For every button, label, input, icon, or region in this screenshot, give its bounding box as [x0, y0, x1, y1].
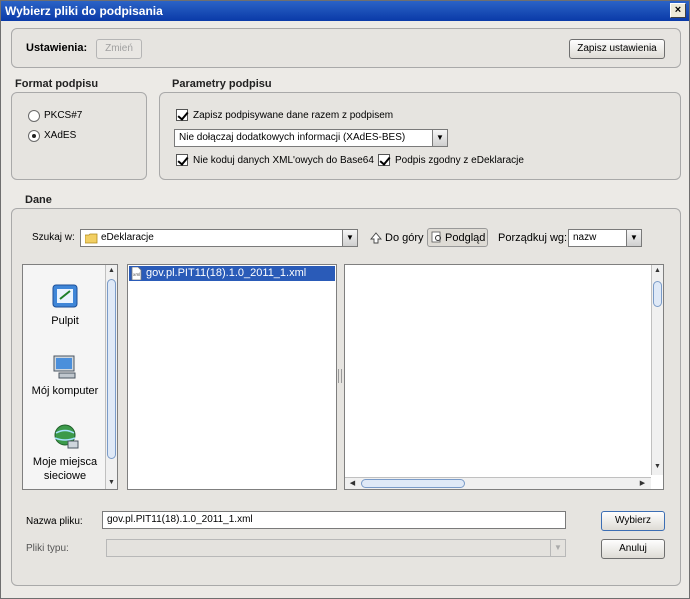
look-in-label: Szukaj w: — [32, 232, 75, 243]
chevron-down-icon: ▼ — [550, 540, 565, 556]
scroll-down-icon[interactable]: ▼ — [106, 477, 117, 488]
data-panel: Szukaj w: eDeklaracje ▼ Do góry Podgląd … — [11, 208, 681, 586]
filetype-label: Pliki typu: — [26, 543, 69, 554]
places-scrollbar[interactable]: ▲ ▼ — [105, 265, 117, 489]
filename-input[interactable]: gov.pl.PIT11(18).1.0_2011_1.xml — [102, 511, 566, 529]
svg-text:xml: xml — [133, 272, 140, 277]
file-chooser-dialog: Wybierz pliki do podpisania × Ustawienia… — [0, 0, 690, 599]
places-sidebar: Pulpit Mój komputer Moje miejsca sieciow… — [22, 264, 118, 490]
save-with-signature-checkbox[interactable] — [176, 109, 188, 121]
edeklaracje-checkbox[interactable] — [378, 154, 390, 166]
filename-label: Nazwa pliku: — [26, 516, 83, 527]
data-title: Dane — [25, 194, 52, 206]
preview-hscroll[interactable]: ◀ ▶ — [345, 477, 651, 489]
params-panel: Zapisz podpisywane dane razem z podpisem… — [159, 92, 681, 180]
file-list: xml gov.pl.PIT11(18).1.0_2011_1.xml — [127, 264, 337, 490]
computer-icon — [53, 355, 76, 379]
no-base64-label: Nie koduj danych XML'owych do Base64 — [193, 155, 374, 166]
preview-area: ▲ ▼ ◀ ▶ — [344, 264, 664, 490]
place-my-computer[interactable]: Mój komputer — [23, 353, 107, 397]
preview-vscroll-thumb[interactable] — [653, 281, 662, 307]
preview-vscroll[interactable]: ▲ ▼ — [651, 265, 663, 475]
radio-pkcs7[interactable] — [28, 110, 40, 122]
radio-xades-label: XAdES — [44, 130, 77, 141]
up-arrow-icon — [370, 232, 382, 244]
splitter[interactable] — [338, 369, 342, 383]
preview-button-label: Podgląd — [445, 232, 486, 244]
close-icon[interactable]: × — [670, 3, 686, 18]
desktop-icon — [52, 284, 78, 308]
save-settings-button[interactable]: Zapisz ustawienia — [569, 39, 665, 59]
folder-icon — [85, 233, 98, 244]
place-desktop-label: Pulpit — [51, 315, 79, 327]
up-button-label: Do góry — [385, 232, 424, 244]
scroll-up-icon[interactable]: ▲ — [106, 265, 117, 276]
look-in-select[interactable]: eDeklaracje ▼ — [80, 229, 358, 247]
params-title: Parametry podpisu — [172, 78, 272, 90]
format-panel: PKCS#7 XAdES — [11, 92, 147, 180]
file-list-item[interactable]: xml gov.pl.PIT11(18).1.0_2011_1.xml — [129, 266, 335, 281]
scroll-down-icon[interactable]: ▼ — [652, 461, 663, 472]
file-list-item-label: gov.pl.PIT11(18).1.0_2011_1.xml — [146, 267, 307, 279]
edeklaracje-label: Podpis zgodny z eDeklaracje — [395, 155, 524, 166]
scroll-left-icon[interactable]: ◀ — [347, 478, 358, 489]
sort-value: nazw — [573, 232, 597, 243]
no-base64-checkbox[interactable] — [176, 154, 188, 166]
format-title: Format podpisu — [15, 78, 99, 90]
choose-button[interactable]: Wybierz — [601, 511, 665, 531]
cancel-button[interactable]: Anuluj — [601, 539, 665, 559]
save-with-signature-label: Zapisz podpisywane dane razem z podpisem — [193, 110, 394, 121]
settings-label: Ustawienia: — [26, 42, 88, 54]
filetype-select[interactable]: ▼ — [106, 539, 566, 557]
sort-label: Porządkuj wg: — [498, 232, 568, 244]
preview-hscroll-thumb[interactable] — [361, 479, 465, 488]
preview-icon — [431, 231, 441, 243]
change-button[interactable]: Zmień — [96, 39, 142, 59]
chevron-down-icon: ▼ — [432, 130, 447, 146]
window-title: Wybierz pliki do podpisania — [5, 4, 163, 18]
place-desktop[interactable]: Pulpit — [23, 283, 107, 327]
settings-panel: Ustawienia: Zmień Zapisz ustawienia — [11, 28, 681, 68]
radio-xades[interactable] — [28, 130, 40, 142]
info-select-value: Nie dołączaj dodatkowych informacji (XAd… — [179, 132, 406, 143]
filename-value: gov.pl.PIT11(18).1.0_2011_1.xml — [107, 514, 253, 525]
title-bar: Wybierz pliki do podpisania × — [1, 1, 689, 21]
chevron-down-icon: ▼ — [342, 230, 357, 246]
place-my-computer-label: Mój komputer — [31, 385, 99, 397]
places-scroll-thumb[interactable] — [107, 279, 116, 459]
look-in-value: eDeklaracje — [101, 232, 154, 243]
scroll-up-icon[interactable]: ▲ — [652, 265, 663, 276]
up-button[interactable]: Do góry — [368, 229, 426, 247]
place-network[interactable]: Moje miejsca sieciowe — [23, 423, 107, 483]
scroll-right-icon[interactable]: ▶ — [637, 478, 648, 489]
chevron-down-icon: ▼ — [626, 230, 641, 246]
network-places-icon — [54, 424, 79, 449]
place-network-label: Moje miejsca sieciowe — [32, 456, 98, 482]
sort-select[interactable]: nazw ▼ — [568, 229, 642, 247]
preview-button[interactable]: Podgląd — [427, 228, 488, 247]
info-select[interactable]: Nie dołączaj dodatkowych informacji (XAd… — [174, 129, 448, 147]
radio-pkcs7-label: PKCS#7 — [44, 110, 83, 121]
xml-file-icon: xml — [131, 267, 142, 280]
